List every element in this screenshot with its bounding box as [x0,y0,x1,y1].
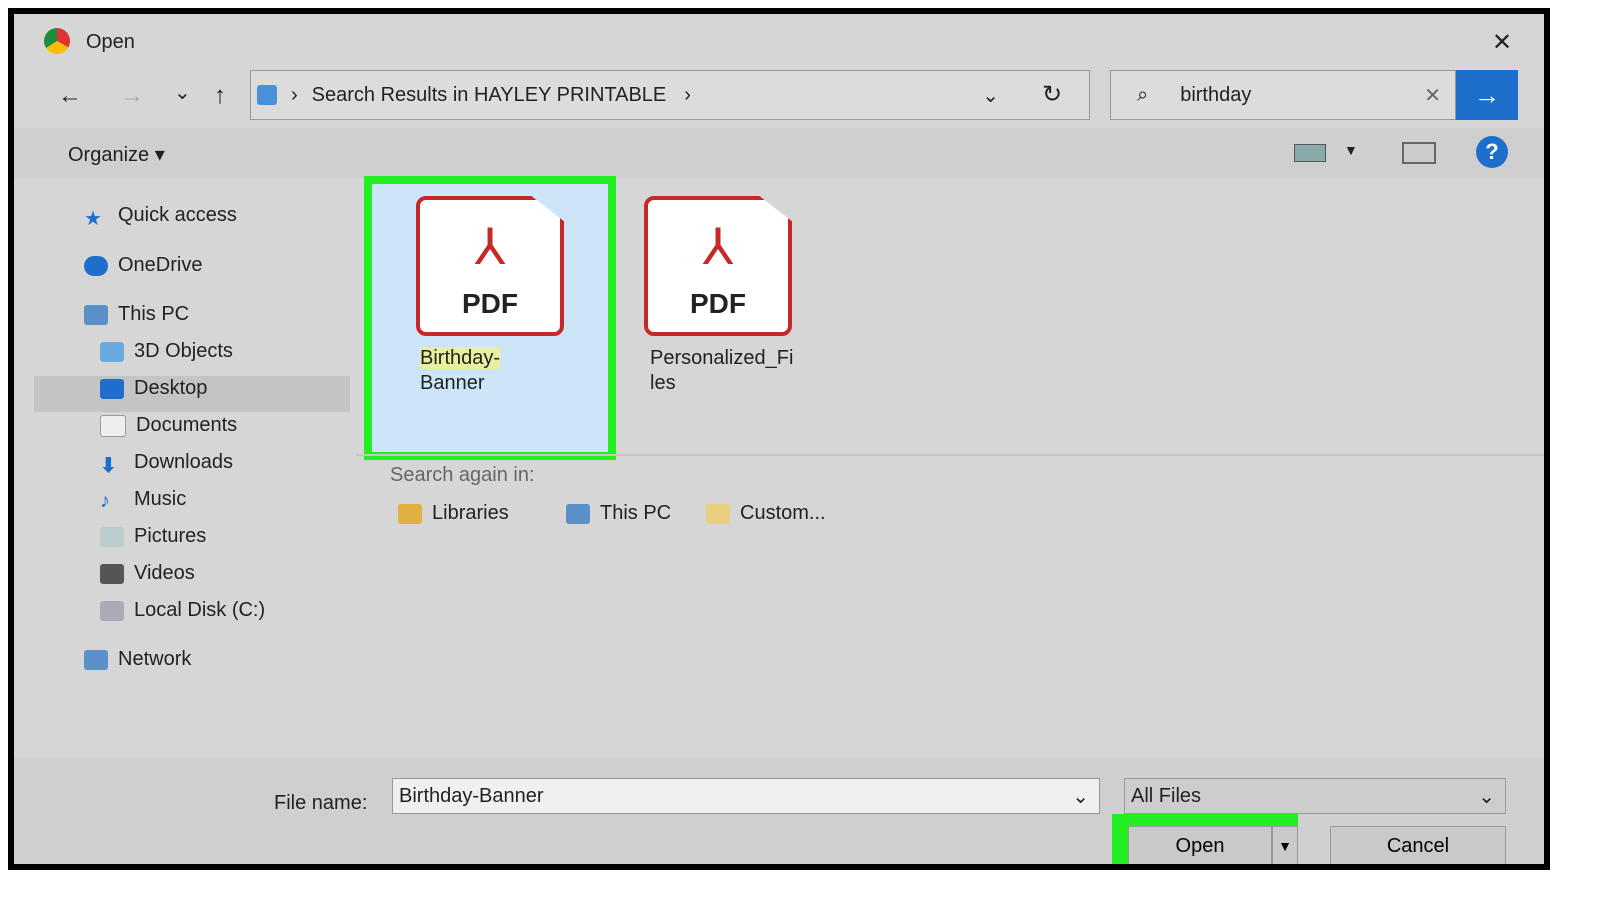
cloud-icon [84,255,108,276]
file-type-label: PDF [690,288,746,319]
sidebar-item-label: 3D Objects [134,340,233,362]
sidebar-item-label: Network [118,648,192,670]
sidebar-item-network[interactable]: Network [84,648,191,671]
sidebar-item-label: Desktop [134,377,208,399]
file-name-line: Banner [420,372,485,394]
preview-pane-icon[interactable] [1402,142,1436,164]
sidebar-item-label: This PC [118,303,190,325]
computer-icon [84,304,108,325]
file-name-line: Birthday- [420,347,501,369]
open-dropdown-button[interactable]: ▼ [1272,826,1298,864]
search-icon: ⌕ [1137,83,1149,106]
view-dropdown-icon[interactable]: ▼ [1344,142,1358,158]
navigation-pane: ★ Quick access OneDrive This PC 3D Object… [14,174,350,764]
chevron-down-icon[interactable]: ⌄ [1478,784,1495,809]
sidebar-item-label: Pictures [134,525,207,547]
download-icon: ⬇ [100,454,117,477]
sidebar-item-documents[interactable]: Documents [100,414,237,437]
search-again-custom[interactable]: Custom... [706,502,826,525]
clear-search-icon[interactable]: ✕ [1424,83,1441,108]
search-again-libraries[interactable]: Libraries [398,502,509,525]
file-name-value: Birthday-Banner [399,784,544,807]
view-icon[interactable] [1294,144,1326,162]
computer-icon [566,503,590,524]
file-item-birthday-banner[interactable]: ⅄ PDF Birthday- Banner [364,176,616,460]
open-button[interactable]: Open [1128,826,1272,864]
option-label: Libraries [432,502,509,524]
file-name-label: File name: [274,792,368,814]
file-name: Birthday- Banner [420,346,501,396]
network-icon [84,649,108,670]
search-again-label: Search again in: [390,464,535,486]
file-name-input[interactable]: Birthday-Banner ⌄ [392,778,1100,814]
sidebar-item-label: OneDrive [118,254,203,276]
libraries-icon [398,503,422,524]
sidebar-item-music[interactable]: ♪ Music [100,488,187,512]
recent-locations-button[interactable]: ⌄ [174,80,191,105]
file-type-select[interactable]: All Files ⌄ [1124,778,1506,814]
app-icon [44,28,70,54]
cancel-button[interactable]: Cancel [1330,826,1506,864]
chevron-down-icon[interactable]: ⌄ [1072,784,1089,809]
search-again-this-pc[interactable]: This PC [566,502,671,525]
sidebar-item-3d-objects[interactable]: 3D Objects [100,340,233,363]
sidebar-item-local-disk[interactable]: Local Disk (C:) [100,599,265,622]
pictures-icon [100,526,124,547]
sidebar-item-label: Downloads [134,451,233,473]
back-button[interactable]: ← [58,82,82,110]
sidebar-item-desktop[interactable]: Desktop [100,377,207,400]
search-folder-icon [257,85,277,105]
help-button[interactable]: ? [1476,136,1508,168]
breadcrumb-separator: › [684,83,691,106]
file-name: Personalized_Files [650,346,793,396]
star-icon: ★ [84,207,102,230]
option-label: This PC [600,502,672,524]
sidebar-item-label: Music [134,488,187,510]
music-icon: ♪ [100,489,110,512]
sidebar-item-pictures[interactable]: Pictures [100,525,206,548]
divider [356,454,1544,456]
breadcrumb[interactable]: Search Results in HAYLEY PRINTABLE [312,84,667,107]
up-button[interactable]: ↑ [214,82,226,110]
open-dialog: Open ✕ ← → ⌄ ↑ › Search Results in HAYLE… [8,8,1550,870]
breadcrumb-separator: › [291,83,298,106]
window-title: Open [86,31,135,53]
search-input[interactable]: ⌕ birthday ✕ [1110,70,1456,120]
organize-button[interactable]: Organize ▾ [68,142,165,167]
cube-icon [100,341,124,362]
file-type-value: All Files [1131,784,1202,807]
sidebar-item-label: Quick access [118,204,237,226]
chevron-down-icon[interactable]: ⌄ [982,83,999,108]
forward-button[interactable]: → [120,82,144,110]
sidebar-item-videos[interactable]: Videos [100,562,195,585]
sidebar-item-onedrive[interactable]: OneDrive [84,254,202,277]
file-item-personalized-files[interactable]: ⅄ PDF Personalized_Files [634,184,834,444]
sidebar-item-label: Local Disk (C:) [134,599,266,621]
close-button[interactable]: ✕ [1492,28,1512,57]
refresh-button[interactable]: ↻ [1042,80,1062,109]
file-name-line: Personalized_Fi [650,347,794,369]
document-icon [100,414,126,437]
sidebar-item-label: Documents [136,414,238,436]
disk-icon [100,600,124,621]
search-value: birthday [1180,83,1252,106]
pdf-file-icon: ⅄ PDF [644,196,792,336]
sidebar-item-downloads[interactable]: ⬇ Downloads [100,451,233,477]
video-icon [100,563,124,584]
file-type-label: PDF [462,288,518,319]
pdf-file-icon: ⅄ PDF [416,196,564,336]
sidebar-item-label: Videos [134,562,195,584]
address-bar[interactable]: › Search Results in HAYLEY PRINTABLE › ⌄ [250,70,1090,120]
option-label: Custom... [740,502,826,524]
desktop-icon [100,378,124,399]
search-go-button[interactable]: → [1456,70,1518,120]
file-name-line: les [650,372,676,394]
sidebar-item-this-pc[interactable]: This PC [84,303,189,326]
folder-icon [706,503,730,524]
sidebar-item-quick-access[interactable]: ★ Quick access [84,204,237,230]
